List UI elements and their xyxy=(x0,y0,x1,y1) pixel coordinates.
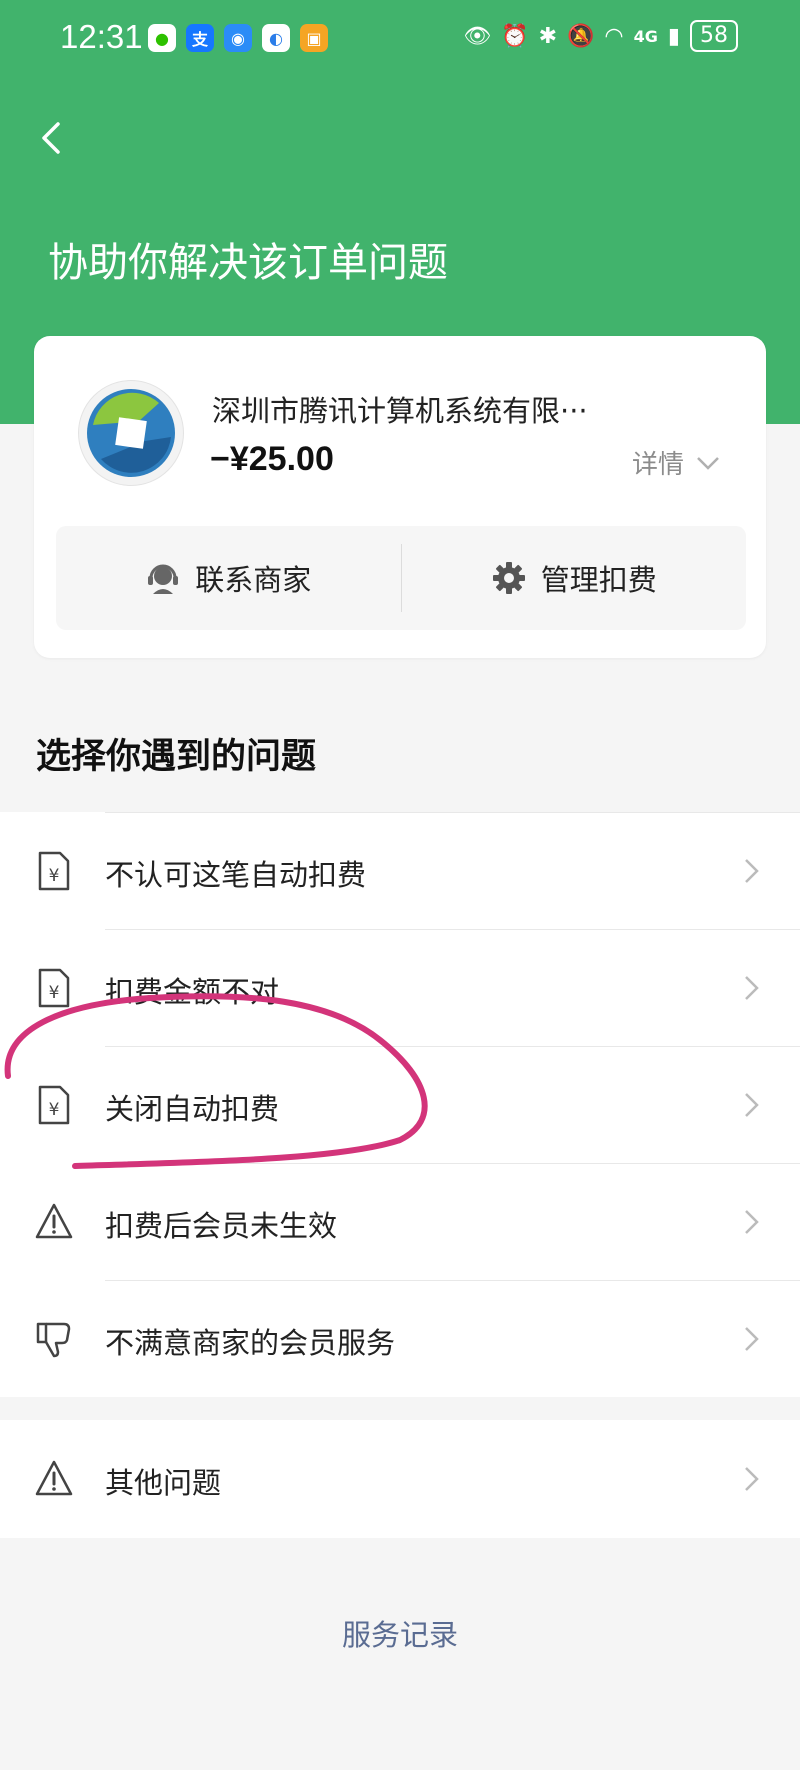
page-title: 协助你解决该订单问题 xyxy=(48,240,448,286)
problem-label: 扣费后会员未生效 xyxy=(105,1209,338,1243)
battery-icon: 58 xyxy=(690,20,738,52)
chevron-down-icon xyxy=(697,456,719,470)
contact-merchant-label: 联系商家 xyxy=(195,563,312,597)
customer-service-icon xyxy=(148,564,179,594)
warning-icon xyxy=(35,1203,73,1239)
chevron-right-icon xyxy=(745,1210,759,1234)
system-icons: 👁 ⏰ ✱ 🔕 ◠ 4G ▮ 58 xyxy=(463,20,738,52)
problem-row-membership-inactive[interactable]: 扣费后会员未生效 xyxy=(0,1163,800,1280)
chevron-right-icon xyxy=(745,859,759,883)
alarm-icon: ⏰ xyxy=(501,23,529,49)
signal-label: 4G xyxy=(633,26,658,46)
problem-label: 关闭自动扣费 xyxy=(105,1092,280,1126)
bluetooth-icon: ✱ xyxy=(538,23,558,49)
chevron-right-icon xyxy=(745,1467,759,1491)
merchant-name: 深圳市腾讯计算机系统有限··· xyxy=(212,394,588,428)
receipt-icon: ¥ xyxy=(38,968,70,1008)
svg-text:¥: ¥ xyxy=(49,983,60,1003)
back-icon[interactable] xyxy=(34,118,74,158)
card-actions: 联系商家 管理扣费 xyxy=(56,526,746,630)
app-icon: ▣ xyxy=(300,24,328,52)
detail-toggle[interactable]: 详情 xyxy=(632,444,720,481)
chevron-right-icon xyxy=(745,976,759,1000)
wechat-icon: ● xyxy=(148,24,176,52)
receipt-icon: ¥ xyxy=(38,851,70,891)
notification-icons: ● 支 ◉ ◐ ▣ xyxy=(148,24,328,52)
mute-icon: 🔕 xyxy=(567,23,595,49)
problem-row-close-auto-deduction[interactable]: ¥ 关闭自动扣费 xyxy=(0,1046,800,1163)
other-problem-list: 其他问题 xyxy=(0,1420,800,1538)
problem-label: 不满意商家的会员服务 xyxy=(105,1326,396,1360)
problem-label: 不认可这笔自动扣费 xyxy=(105,858,367,892)
section-title: 选择你遇到的问题 xyxy=(36,737,317,777)
problem-list: ¥ 不认可这笔自动扣费 ¥ 扣费金额不对 ¥ 关闭自动扣费 扣费后会员未生效 不… xyxy=(0,812,800,1397)
row-divider xyxy=(105,1046,800,1047)
row-divider xyxy=(105,929,800,930)
chevron-right-icon xyxy=(745,1327,759,1351)
eye-icon: 👁 xyxy=(463,23,492,49)
thumbs-down-icon xyxy=(36,1322,71,1358)
manage-deduction-label: 管理扣费 xyxy=(540,563,657,597)
row-divider xyxy=(105,1163,800,1164)
row-divider xyxy=(105,1280,800,1281)
message-icon: ◉ xyxy=(224,24,252,52)
manage-deduction-button[interactable]: 管理扣费 xyxy=(402,526,747,630)
svg-text:¥: ¥ xyxy=(49,866,60,886)
problem-row-disagree[interactable]: ¥ 不认可这笔自动扣费 xyxy=(0,812,800,929)
chevron-right-icon xyxy=(745,1093,759,1117)
status-time: 12:31 xyxy=(60,18,143,55)
row-divider xyxy=(105,812,800,813)
status-bar: 12:31 ● 支 ◉ ◐ ▣ 👁 ⏰ ✱ 🔕 ◠ 4G ▮ 58 xyxy=(0,0,800,80)
warning-icon xyxy=(35,1460,73,1496)
browser-icon: ◐ xyxy=(262,24,290,52)
merchant-logo xyxy=(78,380,184,486)
problem-label: 扣费金额不对 xyxy=(105,975,280,1009)
contact-merchant-button[interactable]: 联系商家 xyxy=(56,526,401,630)
receipt-icon: ¥ xyxy=(38,1085,70,1125)
wifi-icon: ◠ xyxy=(604,23,624,49)
alipay-icon: 支 xyxy=(186,24,214,52)
problem-row-wrong-amount[interactable]: ¥ 扣费金额不对 xyxy=(0,929,800,1046)
svg-text:¥: ¥ xyxy=(49,1100,60,1120)
signal-icon: ▮ xyxy=(667,23,680,49)
detail-label: 详情 xyxy=(632,450,685,480)
service-record-link[interactable]: 服务记录 xyxy=(0,1612,800,1654)
gear-icon xyxy=(492,562,525,594)
order-amount: −¥25.00 xyxy=(210,440,334,478)
problem-row-unsatisfied-service[interactable]: 不满意商家的会员服务 xyxy=(0,1280,800,1397)
problem-label: 其他问题 xyxy=(105,1466,222,1500)
order-card: 深圳市腾讯计算机系统有限··· −¥25.00 详情 联系商家 管理扣费 xyxy=(34,336,766,658)
problem-row-other[interactable]: 其他问题 xyxy=(0,1420,800,1538)
